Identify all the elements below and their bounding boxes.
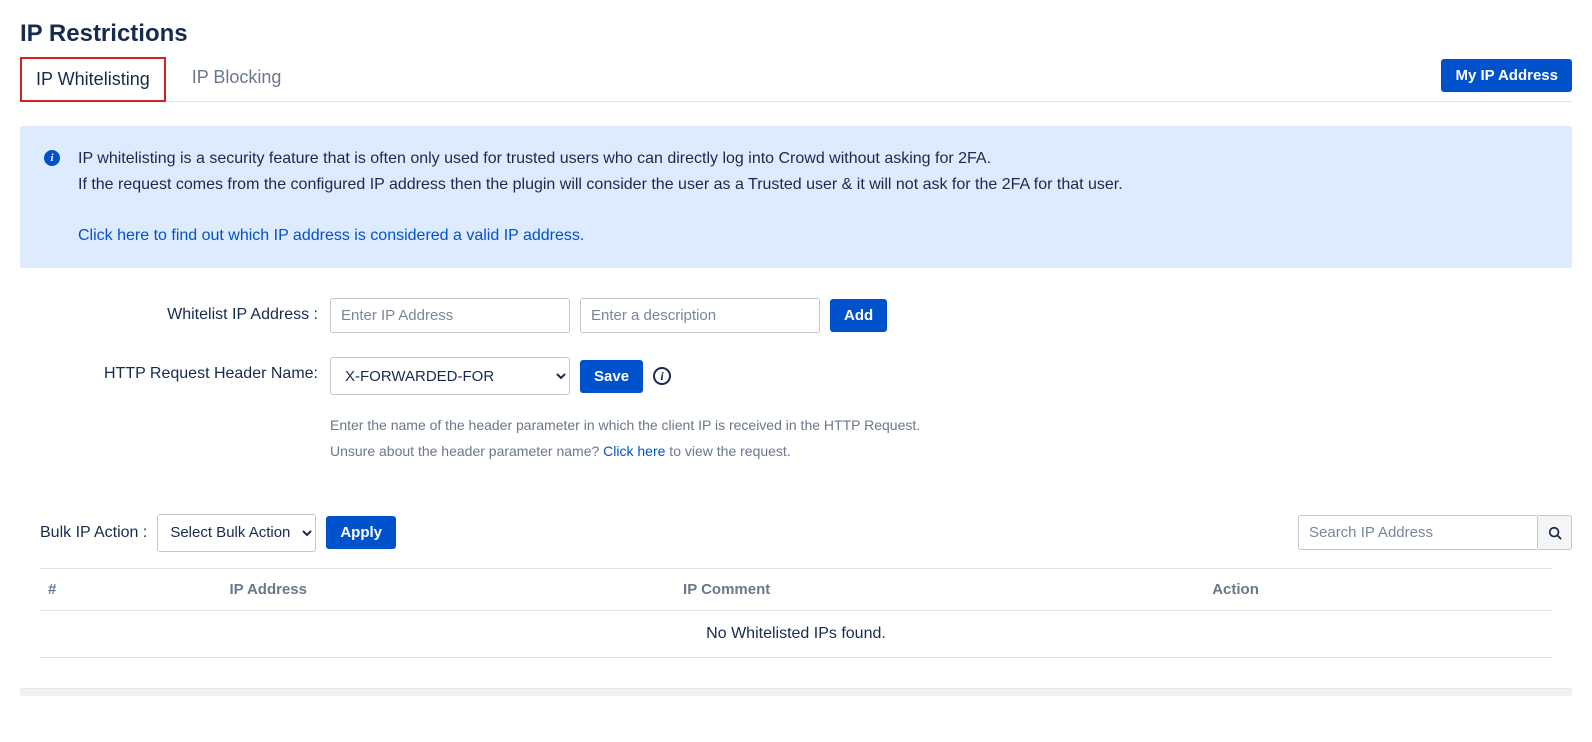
ip-description-input[interactable]	[580, 298, 820, 333]
footer-bar	[20, 688, 1572, 696]
table-header-row: # IP Address IP Comment Action	[40, 568, 1552, 610]
tab-ip-blocking[interactable]: IP Blocking	[178, 57, 296, 102]
tab-ip-whitelisting[interactable]: IP Whitelisting	[20, 57, 166, 102]
search-ip-input[interactable]	[1298, 515, 1538, 550]
info-box: IP whitelisting is a security feature th…	[20, 126, 1572, 268]
tabs-row: IP Whitelisting IP Blocking My IP Addres…	[20, 56, 1572, 102]
help-line2-post: to view the request.	[665, 443, 790, 459]
ip-address-input[interactable]	[330, 298, 570, 333]
ip-table: # IP Address IP Comment Action No Whitel…	[40, 568, 1552, 658]
bulk-action-label: Bulk IP Action :	[40, 524, 147, 542]
help-line1: Enter the name of the header parameter i…	[330, 417, 920, 433]
whitelist-ip-row: Whitelist IP Address : Add	[20, 298, 1572, 333]
search-icon	[1548, 526, 1562, 540]
info-icon	[44, 150, 60, 166]
info-content: IP whitelisting is a security feature th…	[78, 146, 1123, 248]
col-ip-comment: IP Comment	[675, 568, 1204, 610]
http-header-select[interactable]: X-FORWARDED-FOR	[330, 357, 570, 395]
bulk-action-select[interactable]: Select Bulk Action	[157, 514, 316, 552]
add-button[interactable]: Add	[830, 299, 887, 332]
help-click-here-link[interactable]: Click here	[603, 443, 665, 459]
header-info-icon[interactable]: i	[653, 367, 671, 385]
apply-button[interactable]: Apply	[326, 516, 396, 549]
page-title: IP Restrictions	[20, 20, 1572, 48]
my-ip-address-button[interactable]: My IP Address	[1441, 59, 1572, 92]
col-ip-address: IP Address	[221, 568, 675, 610]
info-text-line1: IP whitelisting is a security feature th…	[78, 150, 991, 167]
table-row: No Whitelisted IPs found.	[40, 610, 1552, 657]
search-wrap	[1298, 515, 1572, 550]
http-header-help-text: Enter the name of the header parameter i…	[330, 413, 1572, 463]
help-line2-pre: Unsure about the header parameter name?	[330, 443, 603, 459]
save-button[interactable]: Save	[580, 360, 643, 393]
tabs: IP Whitelisting IP Blocking	[20, 56, 1441, 101]
info-valid-ip-link[interactable]: Click here to find out which IP address …	[78, 227, 584, 244]
info-text-line2: If the request comes from the configured…	[78, 176, 1123, 193]
col-action: Action	[1204, 568, 1552, 610]
empty-message: No Whitelisted IPs found.	[40, 610, 1552, 657]
search-button[interactable]	[1538, 515, 1572, 550]
http-header-row: HTTP Request Header Name: X-FORWARDED-FO…	[20, 357, 1572, 463]
bulk-action-row: Bulk IP Action : Select Bulk Action Appl…	[40, 514, 1572, 552]
whitelist-ip-label: Whitelist IP Address :	[20, 298, 330, 324]
http-header-label: HTTP Request Header Name:	[20, 357, 330, 383]
col-hash: #	[40, 568, 221, 610]
